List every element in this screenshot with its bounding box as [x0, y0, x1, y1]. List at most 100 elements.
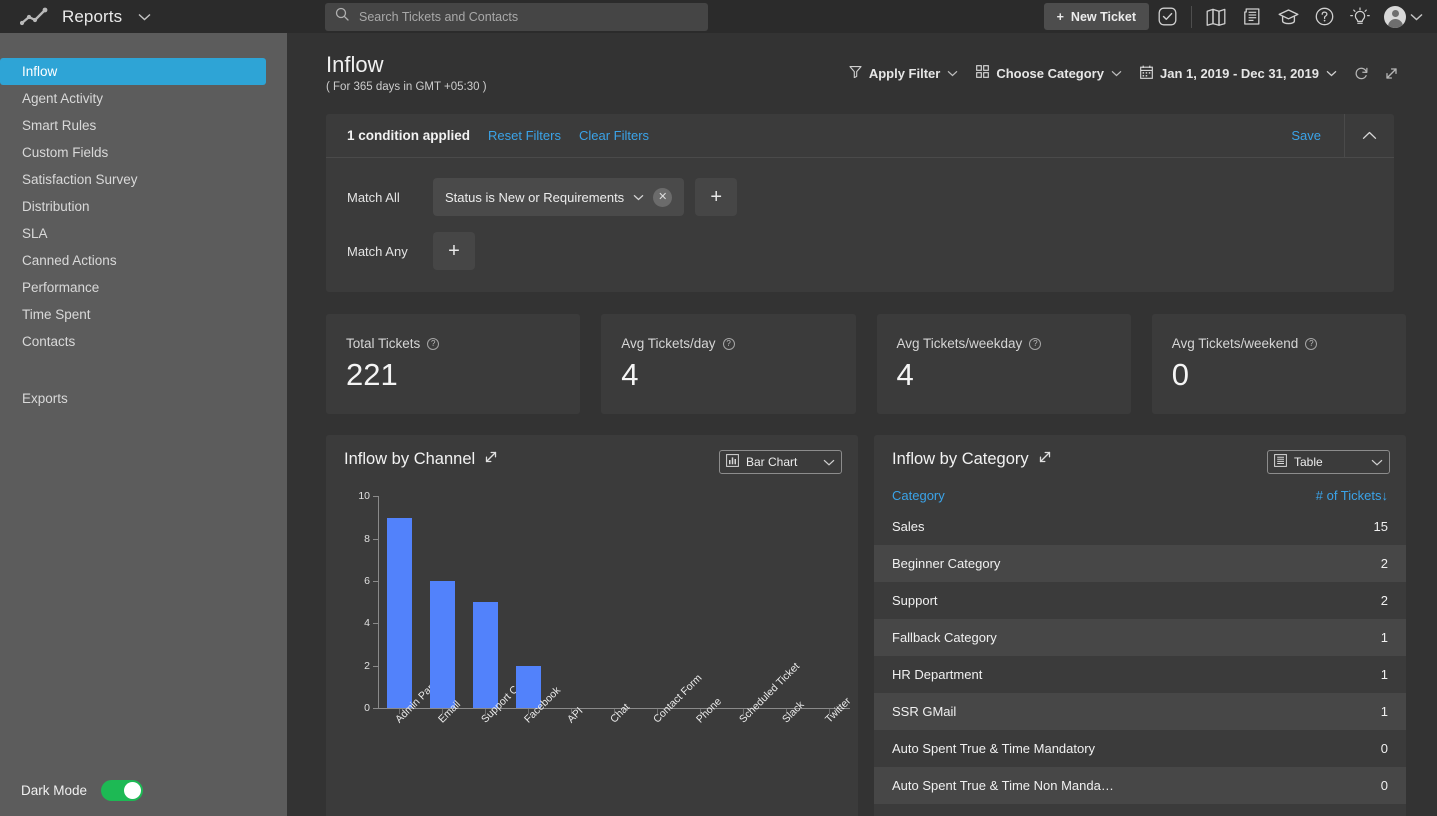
toggle-knob: [124, 781, 142, 799]
close-icon[interactable]: ✕: [653, 187, 673, 207]
brand-area[interactable]: Reports: [0, 0, 287, 33]
reset-filters-link[interactable]: Reset Filters: [488, 128, 561, 143]
y-axis-tick-label: 10: [358, 490, 370, 503]
help-circle-icon[interactable]: [1306, 0, 1342, 33]
chart-type-select[interactable]: Bar Chart: [719, 450, 842, 475]
sidebar-item-satisfaction-survey[interactable]: Satisfaction Survey: [0, 166, 287, 193]
choose-category-button[interactable]: Choose Category: [967, 65, 1131, 81]
lightbulb-icon[interactable]: [1342, 0, 1378, 33]
stat-card-avg-tickets-weekday: Avg Tickets/weekday ? 4: [876, 314, 1131, 415]
y-axis-tick: [373, 581, 378, 583]
clear-filters-link[interactable]: Clear Filters: [579, 128, 649, 143]
widget-inflow-by-category: Inflow by Category Table Category # of T…: [874, 435, 1406, 816]
chevron-down-icon[interactable]: [1371, 459, 1383, 466]
stat-card-avg-tickets-day: Avg Tickets/day ? 4: [601, 314, 856, 415]
refresh-icon[interactable]: [1346, 60, 1376, 86]
chevron-down-icon[interactable]: [947, 70, 958, 77]
sidebar-item-sla[interactable]: SLA: [0, 220, 287, 247]
table-type-select[interactable]: Table: [1267, 450, 1390, 475]
bar[interactable]: [473, 602, 498, 709]
chevron-down-icon[interactable]: [138, 13, 151, 21]
sidebar-item-label: Distribution: [22, 199, 90, 214]
category-table: Category # of Tickets↓ Sales 15 Beginner C…: [874, 483, 1406, 816]
page-header: Inflow ( For 365 days in GMT +05:30 ) Ap…: [287, 33, 1437, 93]
search-bar[interactable]: [325, 2, 708, 31]
sidebar-item-agent-activity[interactable]: Agent Activity: [0, 85, 287, 112]
line-chart-icon: [20, 7, 48, 27]
table-row[interactable]: Auto Spent True & Time Non Manda… 0: [874, 767, 1406, 805]
graduation-cap-icon[interactable]: [1270, 0, 1306, 33]
sidebar-item-exports[interactable]: Exports: [0, 385, 287, 412]
chart-type-label: Bar Chart: [746, 455, 798, 470]
funnel-icon: [849, 65, 862, 81]
date-range-button[interactable]: Jan 1, 2019 - Dec 31, 2019: [1131, 65, 1346, 82]
sidebar-item-inflow[interactable]: Inflow: [0, 58, 266, 85]
table-row[interactable]: SSR GMail 1: [874, 693, 1406, 731]
expand-arrows-icon[interactable]: [1376, 60, 1406, 86]
table-cell-tickets: 2: [1380, 556, 1388, 572]
sidebar-item-contacts[interactable]: Contacts: [0, 328, 287, 355]
sort-desc-icon: ↓: [1381, 488, 1389, 504]
grid-icon: [976, 65, 990, 81]
add-condition-any-button[interactable]: +: [433, 232, 475, 271]
widget-title: Inflow by Channel: [344, 450, 476, 469]
add-condition-all-button[interactable]: +: [695, 178, 738, 217]
save-filter-link[interactable]: Save: [1291, 128, 1344, 143]
collapse-filter-button[interactable]: [1344, 113, 1394, 158]
table-row[interactable]: HR Department 1: [874, 656, 1406, 693]
bar[interactable]: [430, 581, 455, 709]
stat-value: 0: [1171, 357, 1189, 393]
user-menu[interactable]: [1378, 5, 1425, 28]
news-document-icon[interactable]: [1234, 0, 1270, 33]
stat-label: Avg Tickets/weekday ?: [897, 336, 1131, 351]
table-type-label: Table: [1294, 455, 1323, 470]
chevron-down-icon[interactable]: [1111, 70, 1122, 77]
chevron-down-icon[interactable]: [823, 459, 835, 466]
chevron-down-icon[interactable]: [1326, 70, 1337, 77]
plus-icon: +: [1056, 9, 1064, 24]
dark-mode-toggle[interactable]: [101, 779, 144, 801]
check-square-icon[interactable]: [1149, 0, 1185, 33]
sidebar-item-canned-actions[interactable]: Canned Actions: [0, 247, 287, 274]
table-cell-category: Beginner Category: [892, 556, 1001, 572]
table-row[interactable]: Sales 15: [874, 508, 1406, 545]
question-circle-icon[interactable]: ?: [1305, 337, 1318, 350]
y-axis-tick-label: 0: [364, 702, 370, 715]
sidebar-item-custom-fields[interactable]: Custom Fields: [0, 139, 287, 166]
table-cell-category: Auto Spent True & Time Mandatory: [892, 741, 1096, 757]
search-input[interactable]: [359, 9, 698, 24]
question-circle-icon[interactable]: ?: [1029, 337, 1042, 350]
question-circle-icon[interactable]: ?: [427, 337, 440, 350]
sidebar-item-smart-rules[interactable]: Smart Rules: [0, 112, 287, 139]
table-row[interactable]: Beginner Category 2: [874, 545, 1406, 583]
expand-diagonal-icon[interactable]: [1038, 450, 1052, 469]
sidebar-item-time-spent[interactable]: Time Spent: [0, 301, 287, 328]
chevron-down-icon[interactable]: [633, 194, 644, 201]
book-open-icon[interactable]: [1198, 0, 1234, 33]
table-cell-tickets: 1: [1380, 630, 1388, 646]
apply-filter-label: Apply Filter: [868, 65, 941, 81]
sidebar-item-label: Satisfaction Survey: [22, 172, 138, 187]
table-row[interactable]: Fallback Category 1: [874, 619, 1406, 657]
bar-chart: 0 2 4 6 8 10 Admin Panel Email Support Center Fac…: [326, 486, 858, 786]
sidebar-item-performance[interactable]: Performance: [0, 274, 287, 301]
widget-header: Inflow by Category Table: [874, 435, 1406, 475]
chevron-down-icon[interactable]: [1410, 13, 1423, 21]
y-axis-tick-label: 6: [364, 575, 370, 588]
expand-diagonal-icon[interactable]: [484, 450, 498, 469]
table-row[interactable]: Auto Spent True & Time Mandatory 0: [874, 730, 1406, 767]
column-header-category[interactable]: Category: [892, 488, 945, 503]
table-cell-category: Fallback Category: [892, 630, 997, 646]
condition-chip[interactable]: Status is New or Requirements ✕: [433, 178, 685, 217]
match-all-row: Match All Status is New or Requirements …: [347, 178, 1394, 217]
sidebar-item-distribution[interactable]: Distribution: [0, 193, 287, 220]
bar[interactable]: [387, 517, 412, 709]
table-row[interactable]: [874, 804, 1406, 816]
apply-filter-button[interactable]: Apply Filter: [840, 65, 968, 81]
column-header-tickets[interactable]: # of Tickets↓: [1316, 488, 1388, 503]
table-cell-category: Auto Spent True & Time Non Manda…: [892, 778, 1114, 794]
new-ticket-button[interactable]: + New Ticket: [1043, 3, 1149, 30]
question-circle-icon[interactable]: ?: [722, 337, 735, 350]
table-row[interactable]: Support 2: [874, 582, 1406, 619]
filter-panel: 1 condition applied Reset Filters Clear …: [326, 113, 1394, 293]
